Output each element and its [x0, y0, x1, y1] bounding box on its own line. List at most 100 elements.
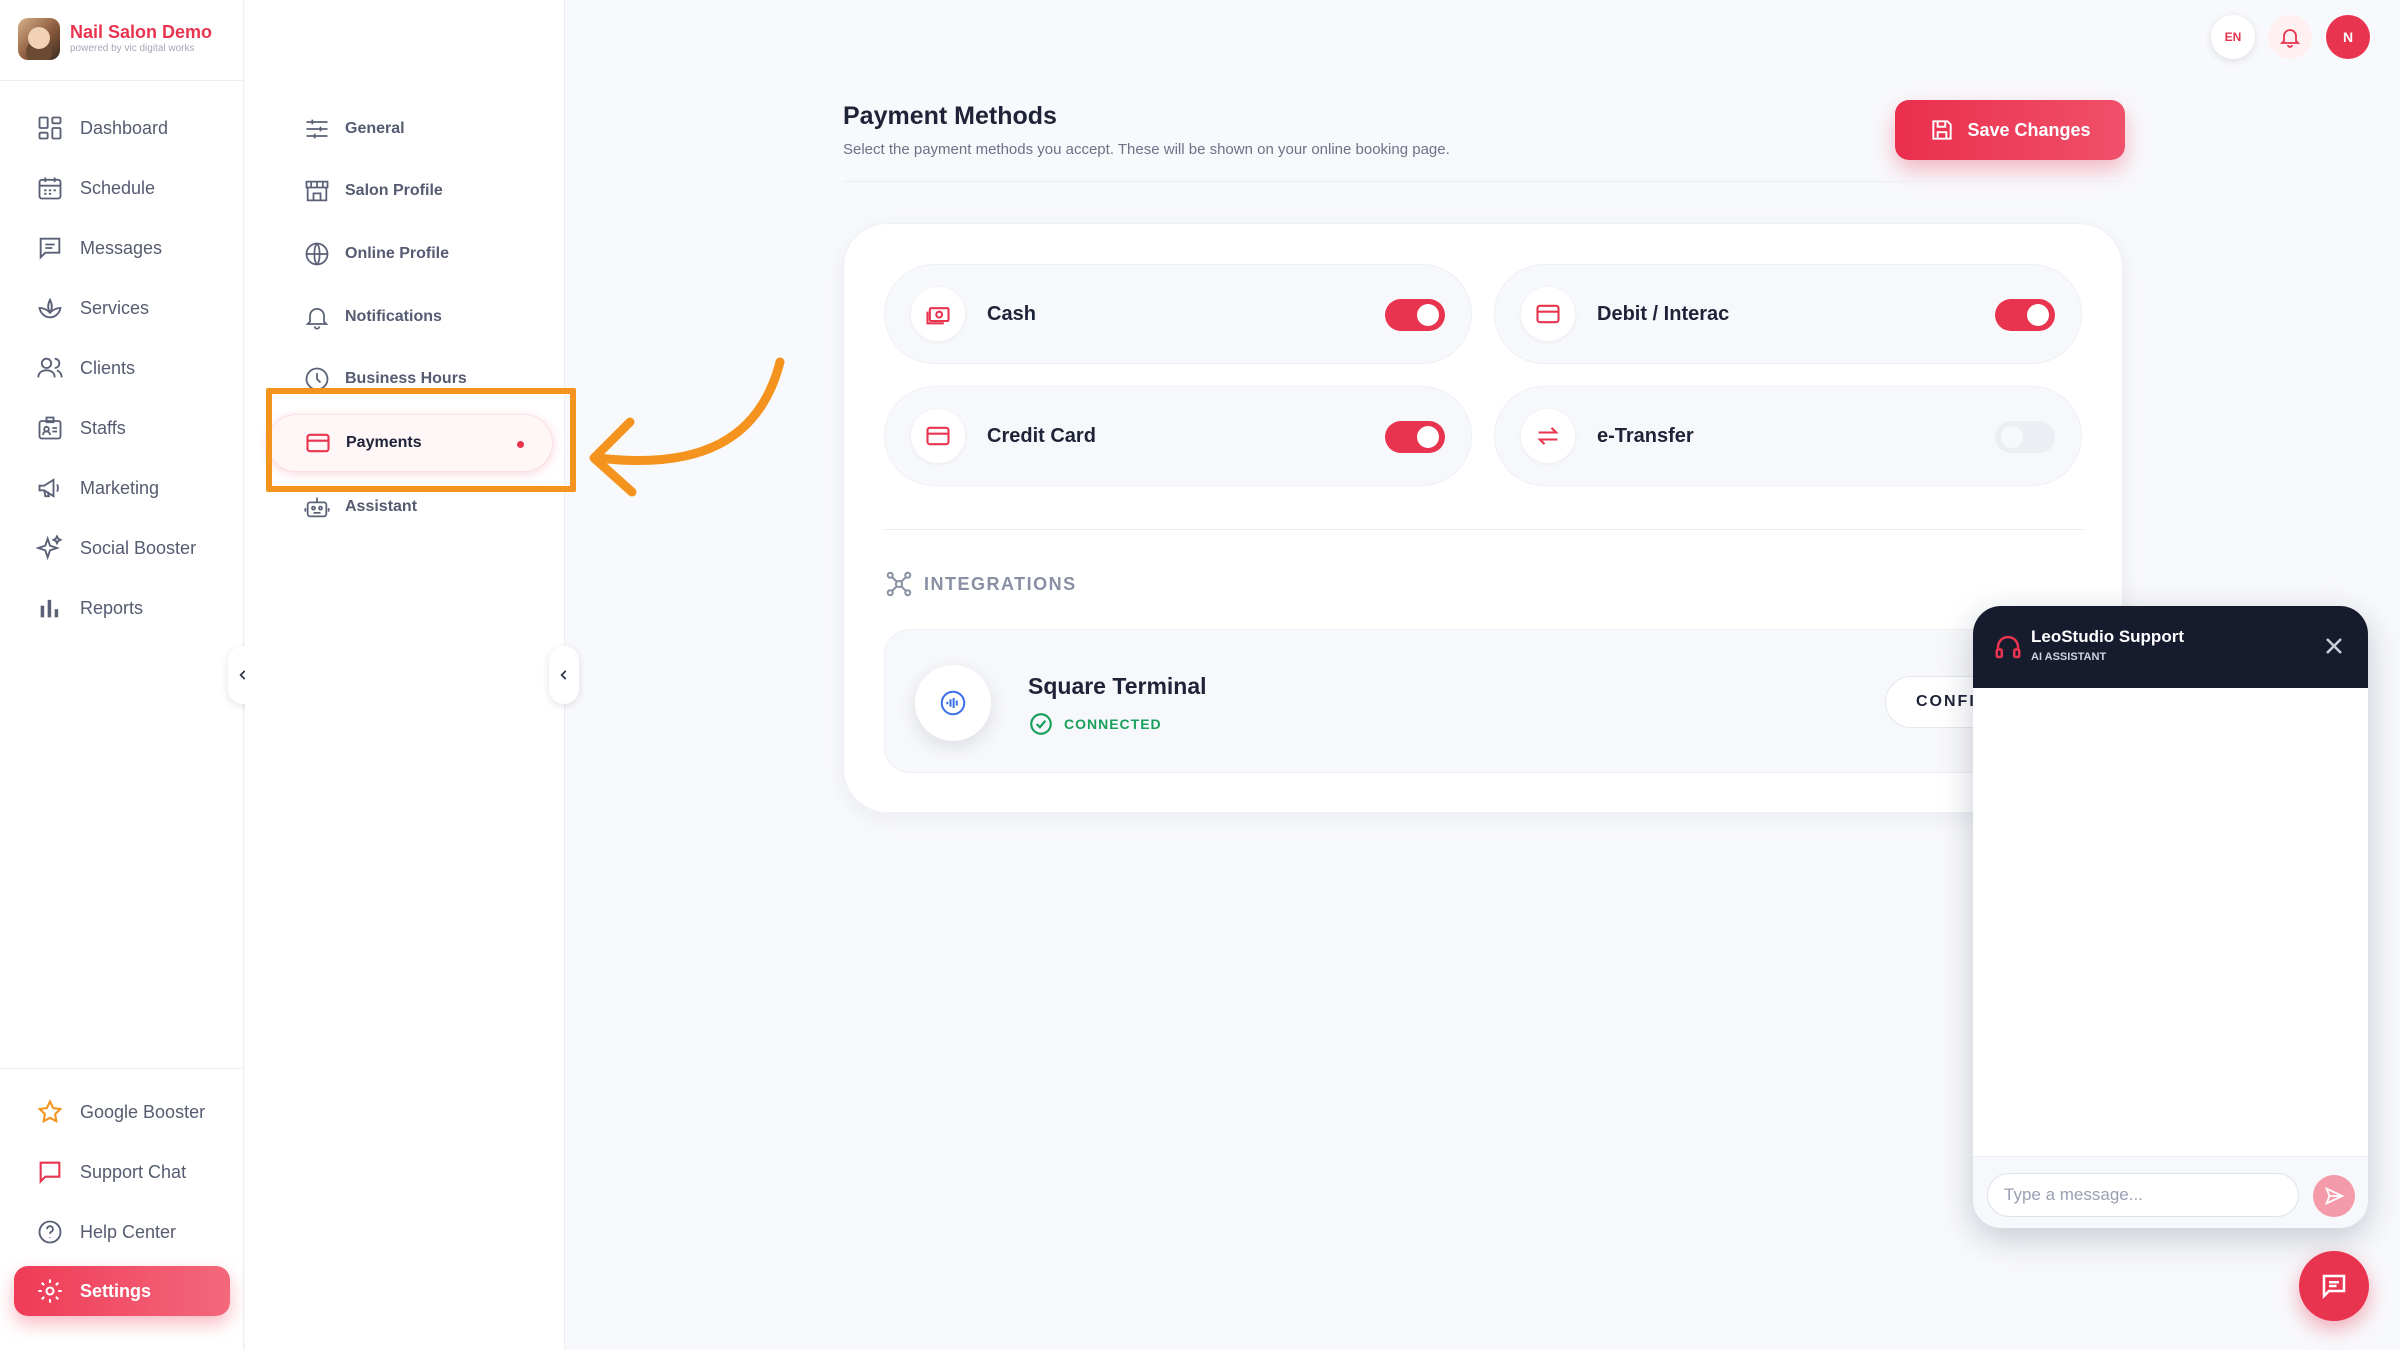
collapse-settings-nav-button[interactable]: [549, 646, 579, 704]
settings-item-online-profile[interactable]: Online Profile: [267, 225, 553, 283]
bell-icon: [305, 307, 329, 330]
integrations-heading-label: INTEGRATIONS: [924, 573, 1077, 594]
payment-method-label: Credit Card: [987, 424, 1096, 447]
nav-marketing[interactable]: Marketing: [14, 463, 230, 513]
payment-method-credit-card: Credit Card: [884, 386, 1472, 486]
nav-label: Social Booster: [80, 537, 197, 558]
chat-title: LeoStudio Support: [2031, 627, 2184, 646]
settings-item-label: General: [345, 120, 405, 137]
users-icon: [37, 357, 63, 378]
settings-item-label: Business Hours: [345, 370, 467, 387]
nav-label: Schedule: [80, 177, 156, 198]
bell-icon: [2279, 29, 2301, 48]
calendar-icon: [38, 177, 62, 200]
help-circle-icon: [38, 1220, 62, 1244]
dashboard-icon: [38, 116, 62, 140]
star-icon: [37, 1099, 63, 1124]
main-sidebar: Nail Salon Demo powered by vic digital w…: [0, 0, 244, 1350]
settings-item-salon-profile[interactable]: Salon Profile: [267, 162, 553, 220]
settings-item-label: Salon Profile: [345, 182, 443, 199]
settings-item-label: Notifications: [345, 308, 442, 325]
nav-label: Marketing: [80, 477, 160, 498]
close-icon[interactable]: [2320, 632, 2348, 660]
globe-icon: [305, 242, 329, 266]
chat-bubble-icon: [39, 1161, 61, 1184]
nav-staffs[interactable]: Staffs: [14, 403, 230, 453]
settings-item-notifications[interactable]: Notifications: [267, 288, 553, 346]
nav-label: Dashboard: [80, 117, 169, 138]
nav-services[interactable]: Services: [14, 283, 230, 333]
message-icon: [39, 237, 61, 260]
page-title: Payment Methods: [843, 102, 1057, 130]
cash-icon: [911, 287, 965, 341]
nav-google-booster[interactable]: Google Booster: [14, 1087, 230, 1137]
nav-schedule[interactable]: Schedule: [14, 163, 230, 213]
nav-settings[interactable]: Settings: [14, 1266, 230, 1316]
save-icon: [1932, 120, 1953, 140]
cash-toggle[interactable]: [1385, 299, 1445, 331]
integrations-heading: INTEGRATIONS: [884, 569, 1077, 599]
megaphone-icon: [38, 478, 59, 498]
notifications-button[interactable]: [2268, 15, 2312, 59]
sparkles-icon: [36, 534, 63, 561]
robot-icon: [304, 497, 330, 518]
nav-label: Staffs: [80, 417, 126, 438]
payment-method-debit: Debit / Interac: [1494, 264, 2082, 364]
integration-status: CONNECTED: [1028, 711, 1162, 737]
terminal-signal-icon: [915, 665, 991, 741]
support-chat-widget: LeoStudio Support AI ASSISTANT: [1973, 606, 2368, 1228]
lotus-icon: [38, 297, 62, 319]
credit-card-toggle[interactable]: [1385, 421, 1445, 453]
nav-label: Settings: [80, 1280, 152, 1301]
card-icon: [1521, 287, 1575, 341]
language-switcher[interactable]: EN: [2211, 15, 2255, 59]
debit-interac-toggle[interactable]: [1995, 299, 2055, 331]
divider: [884, 529, 2084, 530]
chat-message-input[interactable]: [1987, 1173, 2299, 1217]
save-changes-label: Save Changes: [1967, 119, 2091, 140]
chat-launcher-button[interactable]: [2299, 1251, 2369, 1321]
payment-method-label: Debit / Interac: [1597, 302, 1730, 325]
nav-label: Google Booster: [80, 1101, 206, 1122]
nav-dashboard[interactable]: Dashboard: [14, 103, 230, 153]
save-changes-button[interactable]: Save Changes: [1895, 100, 2125, 160]
nav-label: Help Center: [80, 1221, 177, 1242]
nav-clients[interactable]: Clients: [14, 343, 230, 393]
chevron-left-icon: [560, 670, 567, 680]
integration-square-terminal: Square Terminal CONNECTED CONFI: [884, 629, 2124, 773]
nav-help-center[interactable]: Help Center: [14, 1207, 230, 1257]
payment-methods-card: Cash Debit / Interac Credit Card e-Trans…: [843, 223, 2124, 813]
bar-chart-icon: [40, 599, 59, 618]
settings-item-label: Assistant: [345, 498, 418, 515]
send-button[interactable]: [2313, 1175, 2355, 1217]
nav-reports[interactable]: Reports: [14, 583, 230, 633]
nav-support-chat[interactable]: Support Chat: [14, 1147, 230, 1197]
page-subtitle: Select the payment methods you accept. T…: [843, 141, 1450, 158]
chat-header: LeoStudio Support AI ASSISTANT: [1973, 606, 2368, 688]
headset-icon: [1995, 635, 2021, 659]
nav-label: Clients: [80, 357, 136, 378]
integration-status-label: CONNECTED: [1064, 716, 1162, 732]
chat-messages-area[interactable]: [1973, 688, 2368, 1156]
transfer-arrows-icon: [1521, 409, 1575, 463]
storefront-icon: [305, 180, 329, 202]
salon-logo: [18, 18, 60, 60]
brand-name: Nail Salon Demo: [70, 22, 213, 42]
divider: [0, 1068, 244, 1069]
chat-bubble-icon: [2322, 1274, 2346, 1300]
nav-label: Reports: [80, 597, 144, 618]
brand[interactable]: Nail Salon Demo powered by vic digital w…: [18, 18, 212, 60]
etransfer-toggle[interactable]: [1995, 421, 2055, 453]
network-icon: [886, 571, 912, 597]
payment-method-label: Cash: [987, 302, 1036, 325]
nav-messages[interactable]: Messages: [14, 223, 230, 273]
integration-name: Square Terminal: [1028, 673, 1207, 699]
card-icon: [911, 409, 965, 463]
user-avatar[interactable]: N: [2326, 15, 2370, 59]
payment-method-etransfer: e-Transfer: [1494, 386, 2082, 486]
id-badge-icon: [38, 416, 62, 440]
nav-label: Support Chat: [80, 1161, 187, 1182]
settings-item-general[interactable]: General: [267, 100, 553, 158]
nav-social-booster[interactable]: Social Booster: [14, 523, 230, 573]
chat-footer: [1973, 1156, 2368, 1228]
